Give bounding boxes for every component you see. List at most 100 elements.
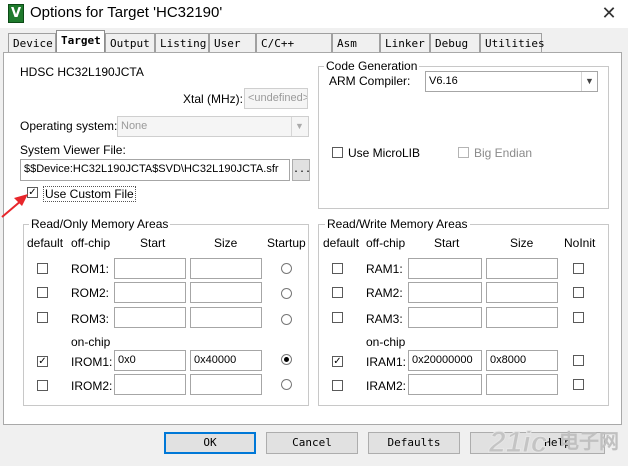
code-generation-title: Code Generation — [324, 59, 420, 73]
device-name: HDSC HC32L190JCTA — [20, 65, 144, 79]
iram2-size-field[interactable] — [486, 374, 558, 395]
ok-button[interactable]: OK — [164, 432, 256, 454]
svf-label: System Viewer File: — [20, 143, 126, 157]
ram1-default-checkbox[interactable] — [332, 263, 343, 274]
big-endian-label: Big Endian — [474, 146, 533, 160]
tab-debug[interactable]: Debug — [430, 33, 480, 52]
rom2-startup-radio[interactable] — [281, 288, 292, 299]
use-microlib-label: Use MicroLIB — [348, 146, 421, 160]
arm-compiler-value: V6.16 — [429, 75, 458, 87]
iram1-start-field[interactable]: 0x20000000 — [408, 350, 482, 371]
ram1-size-field[interactable] — [486, 258, 558, 279]
cancel-button[interactable]: Cancel — [266, 432, 358, 454]
rom2-size-field[interactable] — [190, 282, 262, 303]
iram1-size-field[interactable]: 0x8000 — [486, 350, 558, 371]
ram2-size-field[interactable] — [486, 282, 558, 303]
irom1-startup-radio[interactable] — [281, 354, 292, 365]
tab-linker[interactable]: Linker — [380, 33, 430, 52]
ram3-size-field[interactable] — [486, 307, 558, 328]
rw-header-noinit: NoInit — [564, 236, 596, 250]
svf-browse-button[interactable]: ... — [292, 159, 311, 181]
xtal-field[interactable]: <undefined> — [244, 88, 308, 109]
window-title: Options for Target 'HC32190' — [30, 4, 223, 21]
use-microlib-checkbox[interactable] — [332, 147, 343, 158]
ram2-noinit-checkbox[interactable] — [573, 287, 584, 298]
irom2-default-checkbox[interactable] — [37, 380, 48, 391]
ram2-label: RAM2: — [366, 286, 403, 300]
os-select[interactable]: None — [117, 116, 309, 137]
iram1-noinit-checkbox[interactable] — [573, 355, 584, 366]
irom2-size-field[interactable] — [190, 374, 262, 395]
ram2-default-checkbox[interactable] — [332, 287, 343, 298]
rom1-start-field[interactable] — [114, 258, 186, 279]
tab-output[interactable]: Output — [105, 33, 155, 52]
annotation-arrow-icon — [1, 194, 28, 218]
tab-listing[interactable]: Listing — [155, 33, 209, 52]
use-custom-file-label: Use Custom File — [43, 186, 136, 202]
rw-header-default: default — [323, 236, 360, 250]
tab-target[interactable]: Target — [56, 30, 105, 52]
rw-header-offchip: off-chip — [366, 236, 406, 250]
rom3-default-checkbox[interactable] — [37, 312, 48, 323]
rom1-startup-radio[interactable] — [281, 263, 292, 274]
ro-onchip-label: on-chip — [71, 335, 111, 349]
tab-utilities[interactable]: Utilities — [480, 33, 545, 52]
chevron-down-icon: ▼ — [291, 117, 307, 136]
ro-header-startup: Startup — [267, 236, 306, 250]
tab-cpp-ac6[interactable]: C/C++ (AC6) — [256, 33, 332, 69]
irom1-label: IROM1: — [71, 355, 113, 369]
svg-text:21ic: 21ic — [488, 426, 548, 459]
ram1-label: RAM1: — [366, 262, 403, 276]
rom3-size-field[interactable] — [190, 307, 262, 328]
ram3-noinit-checkbox[interactable] — [573, 312, 584, 323]
rom2-default-checkbox[interactable] — [37, 287, 48, 298]
xtal-label: Xtal (MHz): — [183, 92, 243, 106]
tab-asm[interactable]: Asm — [332, 33, 380, 52]
rom1-default-checkbox[interactable] — [37, 263, 48, 274]
big-endian-checkbox[interactable] — [458, 147, 469, 158]
irom2-start-field[interactable] — [114, 374, 186, 395]
ram2-start-field[interactable] — [408, 282, 482, 303]
iram2-default-checkbox[interactable] — [332, 380, 343, 391]
ro-header-default: default — [27, 236, 64, 250]
iram2-label: IRAM2: — [366, 379, 407, 393]
iram1-default-checkbox[interactable]: ✓ — [332, 356, 343, 367]
rom2-start-field[interactable] — [114, 282, 186, 303]
ram1-start-field[interactable] — [408, 258, 482, 279]
ram3-default-checkbox[interactable] — [332, 312, 343, 323]
iram2-noinit-checkbox[interactable] — [573, 379, 584, 390]
irom2-startup-radio[interactable] — [281, 379, 292, 390]
readonly-memory-title: Read/Only Memory Areas — [29, 217, 171, 231]
irom2-label: IROM2: — [71, 379, 113, 393]
arm-compiler-select[interactable]: V6.16 — [425, 71, 598, 92]
ram1-noinit-checkbox[interactable] — [573, 263, 584, 274]
watermark-logo: 21ic 电子网 — [487, 419, 627, 463]
iram1-label: IRAM1: — [366, 355, 407, 369]
rom1-label: ROM1: — [71, 262, 110, 276]
irom1-size-field[interactable]: 0x40000 — [190, 350, 262, 371]
close-icon[interactable]: ✕ — [597, 2, 621, 24]
irom1-default-checkbox[interactable]: ✓ — [37, 356, 48, 367]
os-label: Operating system: — [20, 119, 118, 133]
ram3-start-field[interactable] — [408, 307, 482, 328]
arm-compiler-label: ARM Compiler: — [329, 74, 411, 88]
tab-user[interactable]: User — [209, 33, 256, 52]
iram2-start-field[interactable] — [408, 374, 482, 395]
svf-path-field[interactable]: $$Device:HC32L190JCTA$SVD\HC32L190JCTA.s… — [20, 159, 290, 181]
tab-device[interactable]: Device — [8, 33, 56, 52]
ro-header-size: Size — [214, 236, 238, 250]
rom3-startup-radio[interactable] — [281, 314, 292, 325]
rom2-label: ROM2: — [71, 286, 110, 300]
irom1-start-field[interactable]: 0x0 — [114, 350, 186, 371]
ro-header-offchip: off-chip — [71, 236, 111, 250]
defaults-button[interactable]: Defaults — [368, 432, 460, 454]
ram3-label: RAM3: — [366, 312, 403, 326]
rom3-start-field[interactable] — [114, 307, 186, 328]
chevron-down-icon: ▼ — [581, 72, 597, 91]
watermark-text: 电子网 — [559, 429, 619, 453]
os-value: None — [121, 120, 148, 132]
rom1-size-field[interactable] — [190, 258, 262, 279]
rw-onchip-label: on-chip — [366, 335, 406, 349]
keil-uvision-icon: V — [8, 4, 24, 23]
readwrite-memory-title: Read/Write Memory Areas — [325, 217, 470, 231]
